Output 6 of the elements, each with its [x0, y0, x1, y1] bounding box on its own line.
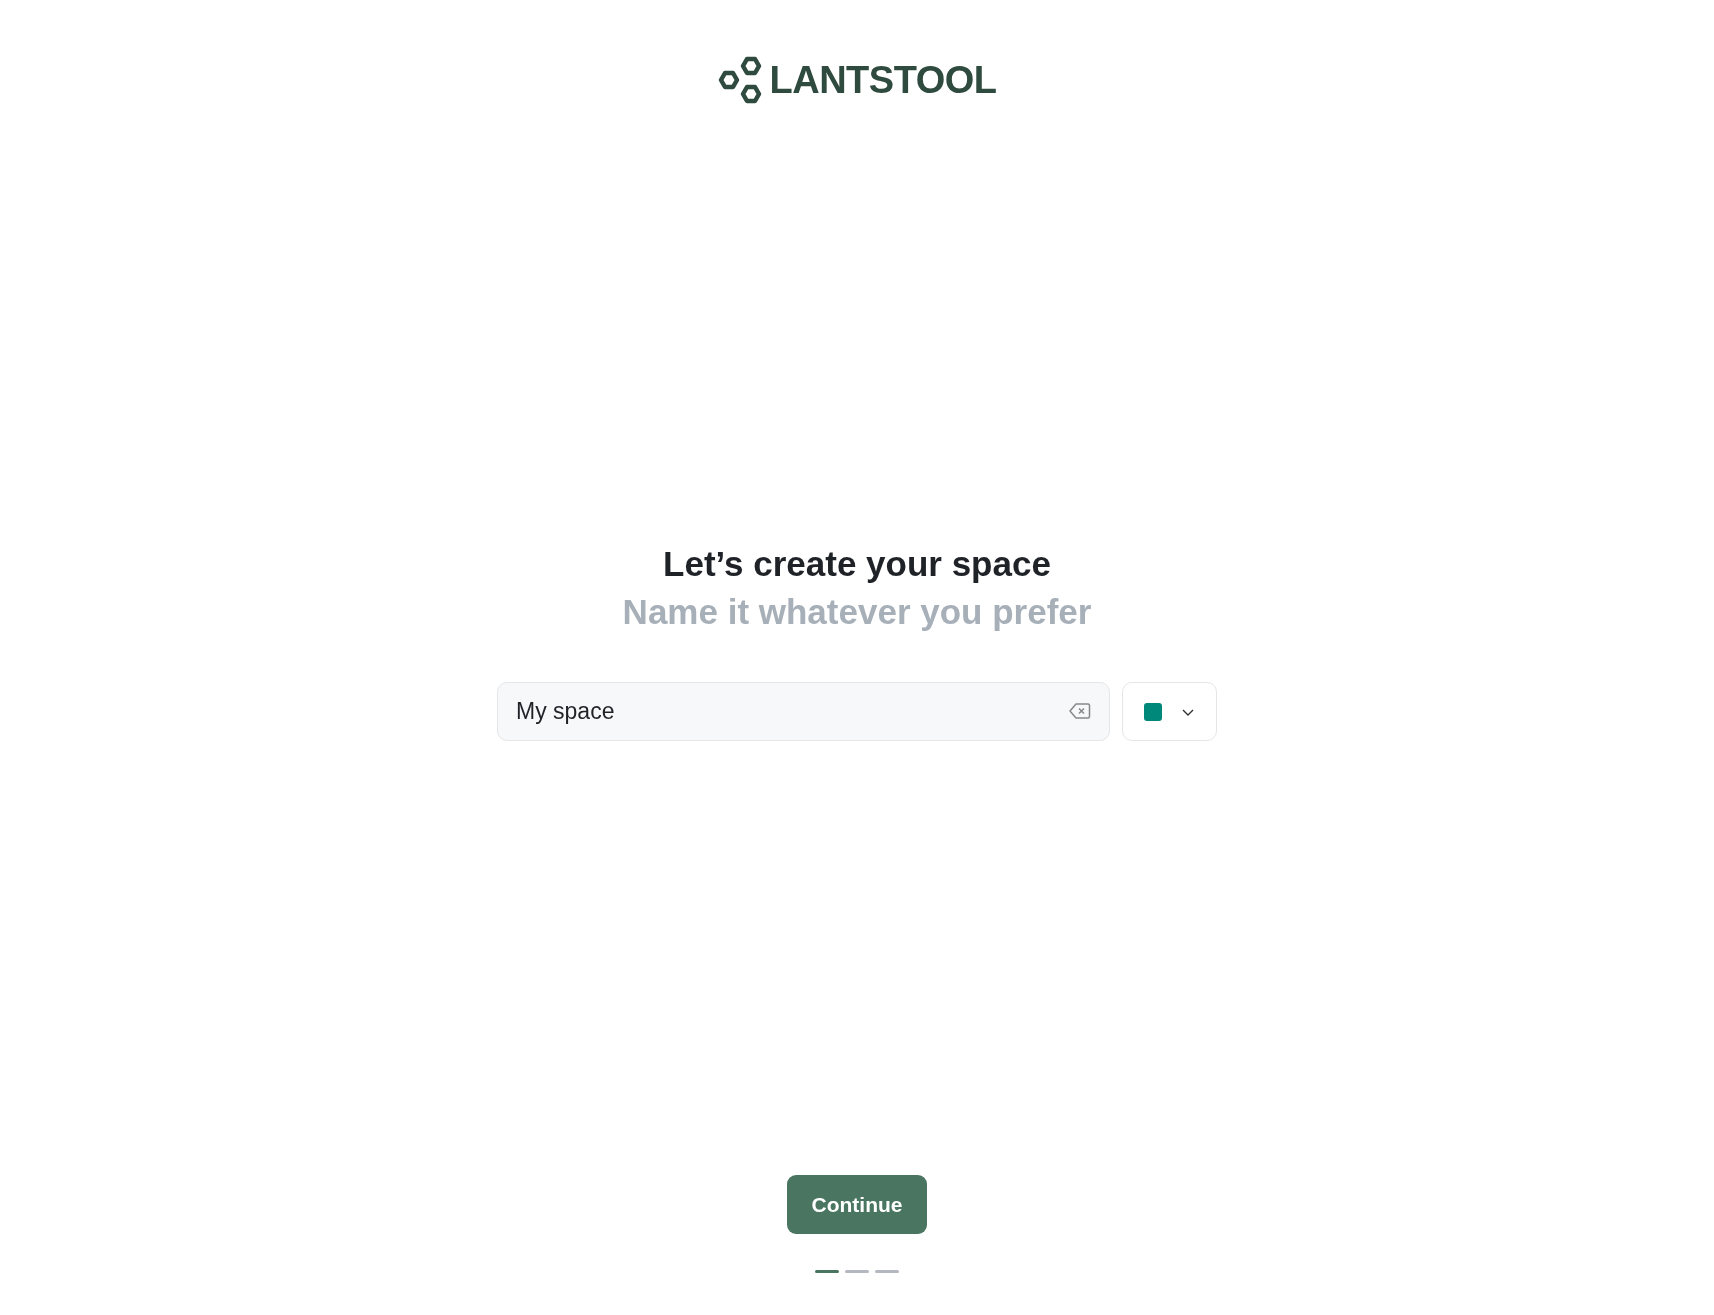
name-field[interactable]: My space [497, 682, 1110, 741]
logo-text: LANTSTOOL [769, 58, 997, 102]
color-picker[interactable] [1122, 682, 1217, 741]
continue-button[interactable]: Continue [787, 1175, 927, 1234]
heading: Let’s create your space [663, 544, 1051, 584]
subheading: Name it whatever you prefer [622, 592, 1092, 632]
